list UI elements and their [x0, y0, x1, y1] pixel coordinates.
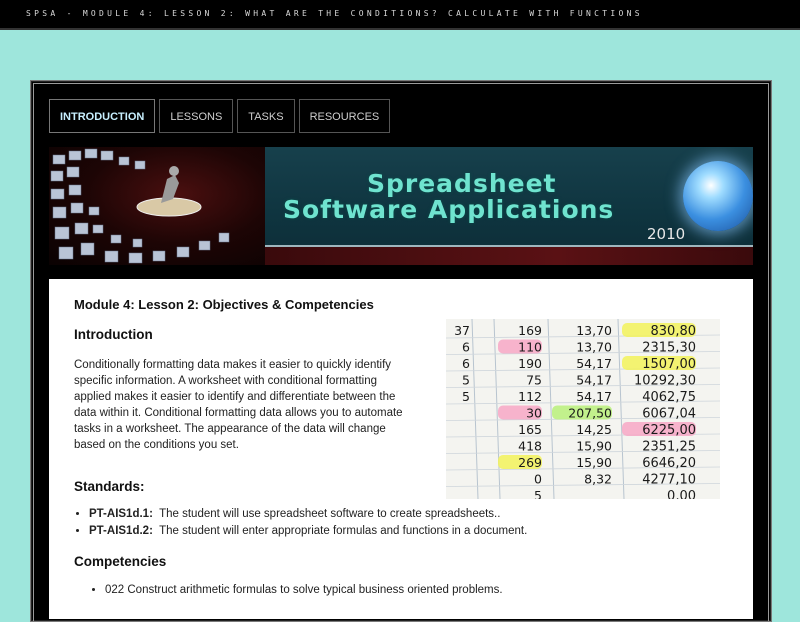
- list-item: PT-AIS1d.1: The student will use spreads…: [89, 508, 527, 521]
- tab-tasks[interactable]: TASKS: [237, 99, 295, 133]
- standards-heading: Standards:: [74, 479, 145, 494]
- sheet-cell-text: 10292,30: [634, 374, 696, 389]
- list-item: 022 Construct arithmetic formulas to sol…: [105, 584, 503, 596]
- sheet-cell-text: 6225,00: [642, 423, 696, 438]
- banner-title-line2: Software Applications: [283, 195, 615, 224]
- globe-icon: [683, 161, 753, 231]
- sheet-cell-text: 269: [518, 455, 542, 470]
- sheet-cell-text: 110: [518, 340, 542, 355]
- nav-tabs: INTRODUCTION LESSONS TASKS RESOURCES: [49, 99, 391, 133]
- sheet-cell-text: 14,25: [576, 422, 612, 437]
- standard-text: The student will use spreadsheet softwar…: [159, 508, 501, 520]
- sheet-cell-text: 54,17: [576, 389, 612, 404]
- sheet-cell-text: 15,90: [576, 455, 612, 470]
- sheet-cell-text: 8,32: [584, 472, 612, 487]
- sheet-cell-text: 0: [534, 472, 542, 487]
- sheet-cell-text: 30: [526, 406, 542, 421]
- sheet-cell-text: 13,70: [576, 323, 612, 338]
- intro-heading: Introduction: [74, 327, 153, 342]
- competencies-heading: Competencies: [74, 554, 167, 569]
- list-item: PT-AIS1d.2: The student will enter appro…: [89, 525, 527, 538]
- sheet-cell-text: 1507,00: [642, 357, 696, 372]
- sheet-cell-text: 4062,75: [642, 390, 696, 405]
- sheet-cell-text: 6: [462, 340, 470, 355]
- tab-lessons[interactable]: LESSONS: [159, 99, 234, 133]
- sheet-cell-text: 207,50: [568, 406, 612, 421]
- sheet-cell-text: 4277,10: [642, 473, 696, 488]
- sheet-cell-text: 15,90: [576, 439, 612, 454]
- sheet-cell-text: 75: [526, 373, 542, 388]
- standards-list: PT-AIS1d.1: The student will use spreads…: [73, 508, 527, 542]
- banner-title-line1: Spreadsheet: [367, 169, 557, 198]
- sheet-cell-text: 830,80: [651, 324, 697, 339]
- sheet-cell-text: 112: [518, 389, 542, 404]
- sheet-cell-text: 54,17: [576, 373, 612, 388]
- tab-introduction[interactable]: INTRODUCTION: [49, 99, 156, 133]
- sheet-cell-text: 37: [454, 323, 470, 338]
- sheet-cell-text: 5: [462, 389, 470, 404]
- module-title: Module 4: Lesson 2: Objectives & Compete…: [74, 297, 374, 312]
- tab-resources[interactable]: RESOURCES: [298, 99, 391, 133]
- intro-text: Conditionally formatting data makes it e…: [74, 359, 403, 451]
- top-bar: SPSA - MODULE 4: LESSON 2: WHAT ARE THE …: [0, 0, 800, 30]
- banner-year: 2010: [647, 225, 686, 243]
- sheet-cell-text: 2351,25: [642, 440, 696, 455]
- sheet-cell-text: 165: [518, 422, 542, 437]
- sheet-cell-text: 6646,20: [642, 456, 696, 471]
- sheet-cell-text: 2315,30: [642, 341, 696, 356]
- sheet-cell-text: 169: [518, 323, 542, 338]
- sheet-cell-text: 190: [518, 356, 542, 371]
- banner-surfer-image: [49, 147, 265, 265]
- standard-text: The student will enter appropriate formu…: [159, 525, 528, 537]
- main-frame: INTRODUCTION LESSONS TASKS RESOURCES Spr…: [30, 80, 772, 622]
- standard-code: PT-AIS1d.1:: [89, 508, 153, 520]
- sheet-cell-text: 5: [534, 488, 542, 499]
- competencies-list: 022 Construct arithmetic formulas to sol…: [89, 584, 503, 596]
- sheet-cell-text: 6067,04: [642, 407, 696, 422]
- sheet-cell-text: 13,70: [576, 340, 612, 355]
- spreadsheet-image: 37 169 13,70 830,80 6 110 13,70 2315,30 6 190 54,1…: [446, 319, 720, 499]
- sheet-cell-text: 5: [462, 373, 470, 388]
- content-panel: Module 4: Lesson 2: Objectives & Compete…: [49, 279, 753, 619]
- page-title: SPSA - MODULE 4: LESSON 2: WHAT ARE THE …: [26, 9, 643, 18]
- standard-code: PT-AIS1d.2:: [89, 525, 153, 537]
- sheet-cell-text: 54,17: [576, 356, 612, 371]
- sheet-cell-text: 6: [462, 356, 470, 371]
- sheet-cell-text: 0,00: [667, 489, 696, 499]
- course-banner: Spreadsheet Software Applications 2010: [49, 147, 753, 265]
- sheet-cell-text: 418: [518, 439, 542, 454]
